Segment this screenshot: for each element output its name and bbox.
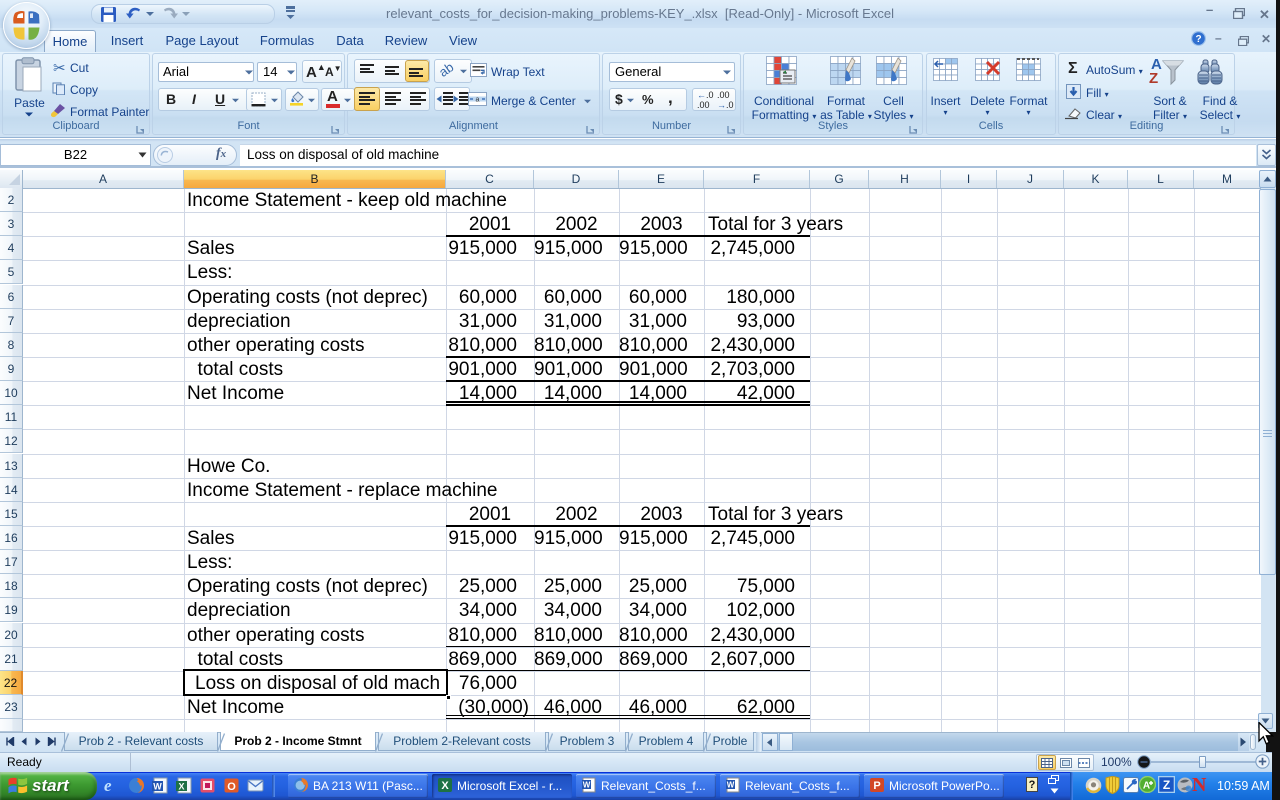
- svg-text:W: W: [583, 781, 591, 790]
- svg-text:X: X: [178, 782, 184, 792]
- svg-text:W: W: [727, 781, 735, 790]
- svg-text:?: ?: [1195, 34, 1201, 45]
- svg-text:O: O: [227, 781, 236, 793]
- svg-text:a: a: [476, 97, 480, 104]
- svg-text:X: X: [441, 780, 449, 792]
- svg-text:P: P: [873, 780, 880, 792]
- svg-text:Z: Z: [1163, 778, 1170, 792]
- svg-text:W: W: [153, 782, 162, 792]
- svg-text:A: A: [1143, 781, 1150, 792]
